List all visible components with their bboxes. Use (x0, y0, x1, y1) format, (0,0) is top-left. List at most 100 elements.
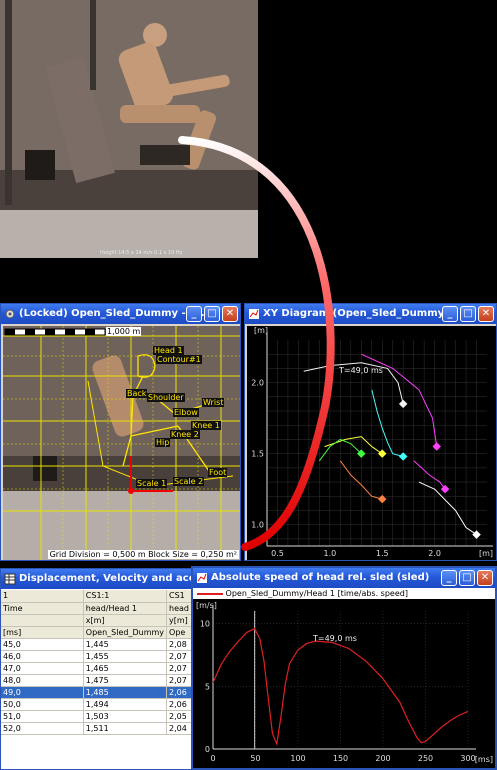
maximize-button[interactable]: □ (204, 306, 220, 322)
xy-chart[interactable]: 0.5 1.0 1.5 2.0 1.0 1.5 2.0 (247, 326, 496, 560)
speed-plot-area[interactable]: 0 50 100 150 200 250 300 0 5 10 [m/s] [ms] T=49,0… (193, 599, 495, 768)
table-title-bar[interactable]: Displacement, Velocity and accelera... (1, 569, 192, 589)
table-row[interactable]: 52,0 1,511 2,04 (1, 722, 192, 735)
maximize-button[interactable]: □ (460, 306, 476, 322)
table-cell[interactable]: 2,06 (166, 686, 192, 699)
marker-foot[interactable]: Foot (208, 468, 228, 477)
table-row[interactable]: 47,0 1,465 2,07 (1, 662, 192, 675)
table-cell[interactable]: 48,0 (1, 674, 84, 687)
xy-x-tick-label: 1.5 (376, 549, 389, 558)
speed-y-tick-label: 10 (200, 620, 210, 629)
data-table-wrap[interactable]: 1 CS1:1 CS1 Time head/Head 1 head x[m] y[m] [ms]… (1, 590, 192, 769)
marker-scale-1[interactable]: Scale 1 (136, 479, 168, 488)
minimize-button[interactable]: _ (186, 306, 202, 322)
close-button[interactable]: ✕ (477, 570, 493, 586)
marker-scale-2[interactable]: Scale 2 (173, 477, 205, 486)
xy-point-marker (377, 449, 387, 458)
marker-hip[interactable]: Hip (155, 438, 171, 447)
table-cell[interactable]: 2,06 (166, 698, 192, 711)
table-cell[interactable]: 1,455 (83, 650, 168, 663)
xy-title-bar[interactable]: XY Diagram (Open_Sled_Dummy) _ □ ✕ (245, 304, 496, 324)
table-header-cell: CS1 (166, 590, 192, 603)
table-header-cell (1, 614, 84, 627)
table-cell[interactable]: 52,0 (1, 722, 84, 735)
minimize-button[interactable]: _ (441, 570, 457, 586)
table-icon (4, 573, 16, 585)
table-row[interactable]: 49,0 1,485 2,06 (1, 686, 192, 699)
xy-window[interactable]: XY Diagram (Open_Sled_Dummy) _ □ ✕ 0.5 1.… (244, 303, 497, 561)
table-row[interactable]: 45,0 1,445 2,08 (1, 638, 192, 651)
speed-chart[interactable]: 0 50 100 150 200 250 300 0 5 10 (193, 599, 495, 768)
xy-title: XY Diagram (Open_Sled_Dummy) (263, 308, 449, 319)
table-cell[interactable]: 2,08 (166, 638, 192, 651)
speed-x-tick-label: 250 (418, 754, 433, 763)
table-row[interactable]: 51,0 1,503 2,05 (1, 710, 192, 723)
table-cell[interactable]: 46,0 (1, 650, 84, 663)
table-cell[interactable]: 51,0 (1, 710, 84, 723)
xy-trajectory (371, 389, 404, 457)
marker-knee-1[interactable]: Knee 1 (191, 421, 221, 430)
speed-x-tick-label: 100 (290, 754, 305, 763)
marker-head[interactable]: Head 1 (153, 346, 184, 355)
tracking-title: (Locked) Open_Sled_Dummy - fr... (19, 308, 209, 319)
table-cell[interactable]: 50,0 (1, 698, 84, 711)
xy-plot-area[interactable]: 0.5 1.0 1.5 2.0 1.0 1.5 2.0 [m] [m] T=49,0 ms (247, 326, 496, 560)
table-cell[interactable]: 1,485 (83, 686, 168, 699)
table-cell[interactable]: 45,0 (1, 638, 84, 651)
xy-annotation: T=49,0 ms (339, 366, 383, 375)
tracking-overlay[interactable] (3, 326, 240, 560)
table-header-row: x[m] y[m] (1, 614, 192, 627)
table-window[interactable]: Displacement, Velocity and accelera... 1… (0, 568, 193, 770)
speed-title-bar[interactable]: Absolute speed of head rel. sled (sled) … (193, 568, 495, 588)
xy-trajectory (413, 460, 446, 490)
xy-x-tick-label: 2.0 (428, 549, 441, 558)
table-header-cell: [ms] (1, 626, 84, 639)
legend-swatch (197, 592, 223, 595)
tracking-title-bar[interactable]: (Locked) Open_Sled_Dummy - fr... _ □ ✕ (1, 304, 240, 324)
tracking-video[interactable]: 1,000 m Head 1 Contour#1 Back Shoulder W… (3, 326, 240, 560)
scale-label: 1,000 m (106, 327, 142, 336)
speed-legend: Open_Sled_Dummy/Head 1 [time/abs. speed] (193, 588, 495, 599)
table-cell[interactable]: 2,04 (166, 722, 192, 735)
table-header-cell: x[m] (83, 614, 168, 627)
maximize-button[interactable]: □ (459, 570, 475, 586)
xy-x-tick-label: 1.0 (323, 549, 336, 558)
table-row[interactable]: 50,0 1,494 2,06 (1, 698, 192, 711)
marker-elbow[interactable]: Elbow (173, 408, 199, 417)
close-button[interactable]: ✕ (478, 306, 494, 322)
marker-back[interactable]: Back (126, 389, 148, 398)
table-cell[interactable]: 1,475 (83, 674, 168, 687)
xy-point-marker (432, 442, 441, 451)
speed-window[interactable]: Absolute speed of head rel. sled (sled) … (191, 566, 497, 770)
speed-annotation: T=49,0 ms (313, 634, 357, 643)
gear-icon (5, 309, 15, 319)
data-table[interactable]: 1 CS1:1 CS1 Time head/Head 1 head x[m] y[m] [ms]… (1, 590, 192, 735)
video-frame: Height 14:5 x 14 m/s 0.1 s 10 Hz (0, 0, 258, 258)
marker-shoulder[interactable]: Shoulder (147, 393, 185, 402)
table-header-row: Time head/Head 1 head (1, 602, 192, 615)
table-cell[interactable]: 1,445 (83, 638, 168, 651)
table-cell[interactable]: 1,511 (83, 722, 168, 735)
minimize-button[interactable]: _ (442, 306, 458, 322)
table-row[interactable]: 48,0 1,475 2,07 (1, 674, 192, 687)
table-header-cell: Ope (166, 626, 192, 639)
tracking-window[interactable]: (Locked) Open_Sled_Dummy - fr... _ □ ✕ 1… (0, 303, 241, 561)
marker-knee-2[interactable]: Knee 2 (170, 430, 200, 439)
table-cell[interactable]: 1,503 (83, 710, 168, 723)
table-cell[interactable]: 1,494 (83, 698, 168, 711)
marker-contour[interactable]: Contour#1 (156, 355, 202, 364)
table-row[interactable]: 46,0 1,455 2,07 (1, 650, 192, 663)
table-cell[interactable]: 2,05 (166, 710, 192, 723)
table-cell[interactable]: 2,07 (166, 662, 192, 675)
table-header-cell: y[m] (166, 614, 192, 627)
table-cell[interactable]: 2,07 (166, 674, 192, 687)
xy-y-tick-label: 2.0 (251, 379, 264, 388)
speed-x-unit: [ms] (474, 755, 493, 764)
marker-wrist[interactable]: Wrist (202, 398, 225, 407)
table-cell[interactable]: 47,0 (1, 662, 84, 675)
table-cell[interactable]: 49,0 (1, 686, 84, 699)
table-cell[interactable]: 2,07 (166, 650, 192, 663)
table-cell[interactable]: 1,465 (83, 662, 168, 675)
speed-x-tick-label: 0 (210, 754, 215, 763)
close-button[interactable]: ✕ (222, 306, 238, 322)
